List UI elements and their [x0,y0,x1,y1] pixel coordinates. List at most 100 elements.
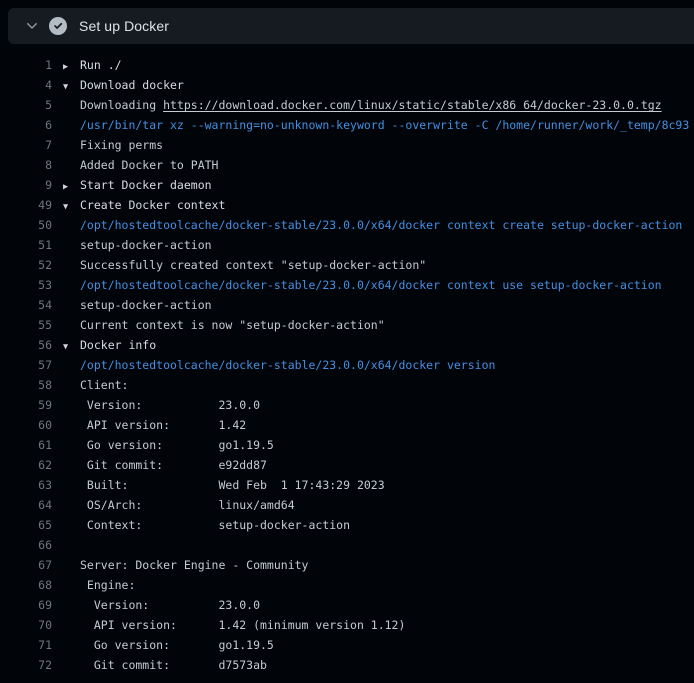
log-url-link[interactable]: https://download.docker.com/linux/static… [163,98,662,112]
log-line-number[interactable]: 60 [0,415,52,435]
log-line[interactable]: 9 ▶ Start Docker daemon [0,175,694,195]
log-line[interactable]: 56 ▼ Docker info [0,335,694,355]
log-line[interactable]: 50/opt/hostedtoolcache/docker-stable/23.… [0,215,694,235]
log-line-number[interactable]: 67 [0,555,52,575]
log-line-number[interactable]: 5 [0,95,52,115]
log-line[interactable]: 8 Added Docker to PATH [0,155,694,175]
log-line[interactable]: 72 Git commit: d7573ab [0,655,694,675]
log-line-text: Fixing perms [80,135,163,155]
log-line-text: Docker info [80,335,156,355]
log-line[interactable]: 49▼Create Docker context [0,195,694,215]
log-line-number[interactable]: 62 [0,455,52,475]
log-line-number[interactable]: 55 [0,315,52,335]
log-line-text: Engine: [80,575,135,595]
log-line-number[interactable]: 56 [0,335,52,355]
log-text-segment: Successfully created context "setup-dock… [80,258,426,272]
log-line-gutter: ▼ [52,195,80,215]
log-line-number[interactable]: 9 [0,175,52,195]
log-line-gutter [52,415,80,435]
log-line-number[interactable]: 8 [0,155,52,175]
log-line-number[interactable]: 63 [0,475,52,495]
log-line-number[interactable]: 70 [0,615,52,635]
log-text-segment: Start Docker daemon [80,178,212,192]
log-text-segment: Engine: [80,578,135,592]
chevron-down-icon[interactable] [24,18,40,34]
log-line-gutter [52,555,80,575]
log-line-number[interactable]: 50 [0,215,52,235]
log-line[interactable]: 63 Built: Wed Feb 1 17:43:29 2023 [0,475,694,495]
log-line-number[interactable]: 68 [0,575,52,595]
log-line[interactable]: 5Downloading https://download.docker.com… [0,95,694,115]
log-line-number[interactable]: 57 [0,355,52,375]
log-line-number[interactable]: 71 [0,635,52,655]
log-line-number[interactable]: 58 [0,375,52,395]
triangle-down-icon[interactable]: ▼ [63,77,68,97]
log-line-gutter [52,155,80,175]
step-header[interactable]: Set up Docker [8,8,694,44]
step-title: Set up Docker [79,18,169,34]
log-text-segment: Git commit: d7573ab [80,658,267,672]
log-line-number[interactable]: 7 [0,135,52,155]
log-line-number[interactable]: 4 [0,75,52,95]
log-line[interactable]: 61 Go version: go1.19.5 [0,435,694,455]
log-line[interactable]: 62 Git commit: e92dd87 [0,455,694,475]
log-line[interactable]: 70 API version: 1.42 (minimum version 1.… [0,615,694,635]
log-line[interactable]: 69 Version: 23.0.0 [0,595,694,615]
log-line-number[interactable]: 65 [0,515,52,535]
log-line-gutter: ▶ [52,55,80,75]
log-line-gutter [52,535,80,555]
log-line[interactable]: 4▼Download docker [0,75,694,95]
log-line-gutter [52,295,80,315]
log-line-text: setup-docker-action [80,295,212,315]
log-line[interactable]: 58 Client: [0,375,694,395]
log-line[interactable]: 53/opt/hostedtoolcache/docker-stable/23.… [0,275,694,295]
triangle-down-icon[interactable]: ▼ [63,197,68,217]
log-line-number[interactable]: 54 [0,295,52,315]
log-line[interactable]: 67Server: Docker Engine - Community [0,555,694,575]
triangle-right-icon[interactable]: ▶ [63,57,68,77]
log-line[interactable]: 66 [0,535,694,555]
log-line-text: /opt/hostedtoolcache/docker-stable/23.0.… [80,355,495,375]
log-line[interactable]: 59 Version: 23.0.0 [0,395,694,415]
log-line[interactable]: 57/opt/hostedtoolcache/docker-stable/23.… [0,355,694,375]
log-line[interactable]: 1▶Run ./ [0,55,694,75]
log-line-number[interactable]: 1 [0,55,52,75]
log-line-number[interactable]: 6 [0,115,52,135]
log-line[interactable]: 68 Engine: [0,575,694,595]
log-text-segment: /opt/hostedtoolcache/docker-stable/23.0.… [80,358,495,372]
log-line-number[interactable]: 72 [0,655,52,675]
log-line-number[interactable]: 52 [0,255,52,275]
log-text-segment: Docker info [80,338,156,352]
log-line[interactable]: 64 OS/Arch: linux/amd64 [0,495,694,515]
log-line[interactable]: 71 Go version: go1.19.5 [0,635,694,655]
log-line[interactable]: 7 Fixing perms [0,135,694,155]
log-line-number[interactable]: 61 [0,435,52,455]
log-line[interactable]: 54 setup-docker-action [0,295,694,315]
log-line-number[interactable]: 69 [0,595,52,615]
log-text-segment: Built: Wed Feb 1 17:43:29 2023 [80,478,385,492]
log-line-number[interactable]: 59 [0,395,52,415]
log-line-text: Version: 23.0.0 [80,395,260,415]
log-line-text: Context: setup-docker-action [80,515,350,535]
log-line-number[interactable]: 53 [0,275,52,295]
log-line[interactable]: 6/usr/bin/tar xz --warning=no-unknown-ke… [0,115,694,135]
log-line-gutter: ▼ [52,75,80,95]
log-line-number[interactable]: 64 [0,495,52,515]
log-line-number[interactable]: 49 [0,195,52,215]
log-line-number[interactable]: 66 [0,535,52,555]
log-text-segment: setup-docker-action [80,298,212,312]
log-line-gutter [52,475,80,495]
triangle-down-icon[interactable]: ▼ [63,337,68,357]
log-line[interactable]: 51setup-docker-action [0,235,694,255]
log-line[interactable]: 60 API version: 1.42 [0,415,694,435]
triangle-right-icon[interactable]: ▶ [63,177,68,197]
log-line-number[interactable]: 51 [0,235,52,255]
log-line[interactable]: 52 Successfully created context "setup-do… [0,255,694,275]
log-line-text: Client: [80,375,128,395]
log-line[interactable]: 55Current context is now "setup-docker-a… [0,315,694,335]
log-text-segment: Fixing perms [80,138,163,152]
log-text-segment: Added Docker to PATH [80,158,218,172]
log-line[interactable]: 65 Context: setup-docker-action [0,515,694,535]
log-line-gutter [52,95,80,115]
log-text-segment: Go version: go1.19.5 [80,638,274,652]
